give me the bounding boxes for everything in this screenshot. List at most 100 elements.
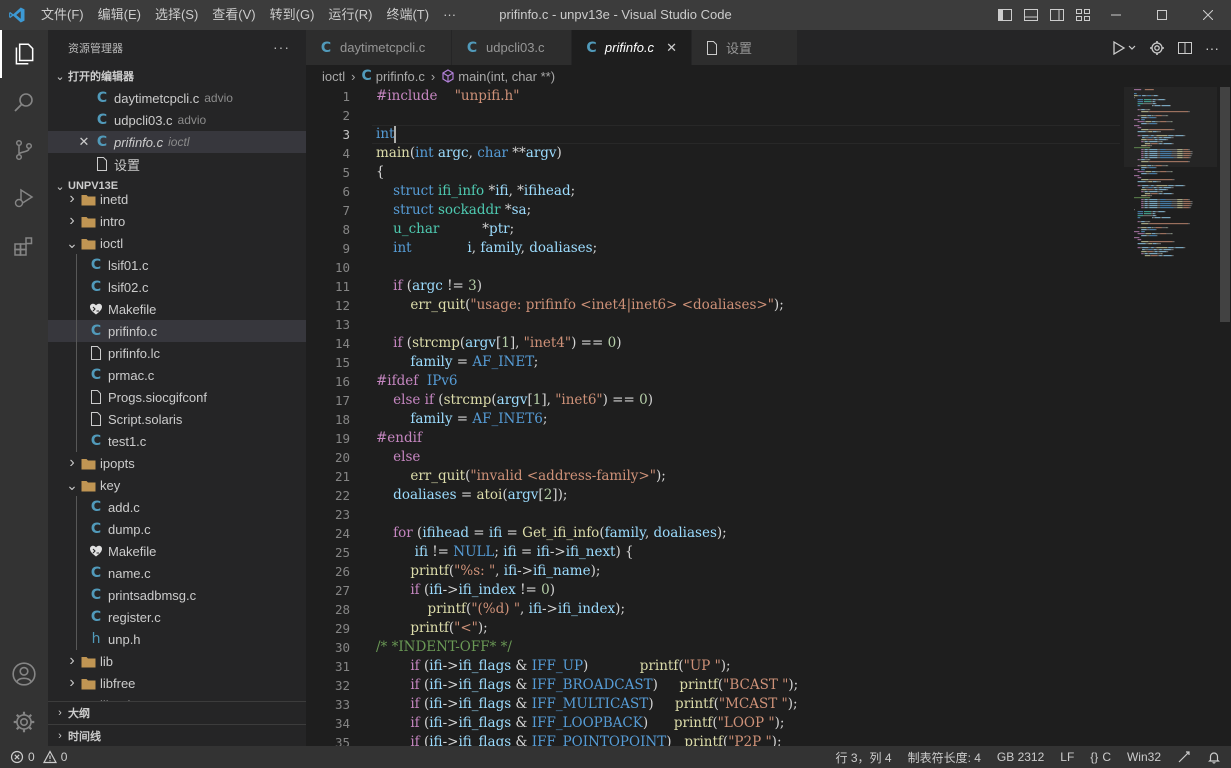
run-debug-icon[interactable] <box>0 174 48 222</box>
settings-gear-icon[interactable] <box>1149 40 1165 56</box>
menu-item[interactable]: 运行(R) <box>321 0 379 30</box>
manage-gear-icon[interactable] <box>0 698 48 746</box>
split-editor-icon[interactable] <box>1177 40 1193 56</box>
menu-item[interactable]: 转到(G) <box>263 0 322 30</box>
run-file-icon[interactable] <box>1111 40 1137 56</box>
file-name: ipopts <box>100 455 135 471</box>
file-item[interactable]: h unp.h <box>48 628 306 650</box>
tab-udpcli03-c[interactable]: Cudpcli03.c <box>452 30 572 65</box>
language-mode[interactable]: {} C <box>1090 750 1111 764</box>
c-file-icon: C <box>320 39 332 56</box>
code-token: -> <box>549 544 566 560</box>
minimap-line <box>1141 223 1149 225</box>
open-editor-item[interactable]: ✕ Cprifinfo.c ioctl <box>48 131 306 153</box>
breadcrumb-folder[interactable]: ioctl <box>322 69 345 84</box>
breadcrumb-file[interactable]: prifinfo.c <box>376 69 425 84</box>
file-item[interactable]: Cregister.c <box>48 606 306 628</box>
vertical-scrollbar[interactable] <box>1217 87 1231 746</box>
folder-item[interactable]: › ipopts <box>48 452 306 474</box>
code-token: ); <box>774 715 785 731</box>
file-item[interactable]: Makefile <box>48 540 306 562</box>
close-icon[interactable]: ✕ <box>76 134 92 150</box>
minimap[interactable] <box>1124 87 1219 746</box>
notifications-bell-icon[interactable] <box>1207 750 1221 764</box>
platform[interactable]: Win32 <box>1127 750 1161 764</box>
vscode-logo-icon[interactable] <box>0 0 34 30</box>
open-editor-item[interactable]: 设置 <box>48 153 306 175</box>
open-editors-section[interactable]: ⌄ 打开的编辑器 <box>48 65 306 87</box>
minimize-icon[interactable] <box>1093 0 1139 30</box>
menu-item[interactable]: 查看(V) <box>205 0 262 30</box>
minimap-line <box>1170 217 1171 219</box>
outline-section[interactable]: › 大纲 <box>48 702 306 724</box>
code-token: struct <box>393 183 434 199</box>
folder-item[interactable]: › libfree <box>48 672 306 694</box>
code-editor[interactable]: 1 2 3 4 5 6 7 8 9 10 11 12 13 14 15 16 17 18 19 20 21 22 23 24 2… <box>306 87 1231 746</box>
folder-item[interactable]: ⌄ key <box>48 474 306 496</box>
folder-item[interactable]: › intro <box>48 210 306 232</box>
scrollbar-thumb[interactable] <box>1220 87 1230 322</box>
customize-layout-icon[interactable] <box>1075 7 1091 23</box>
folder-item[interactable]: ⌄ ioctl <box>48 232 306 254</box>
folder-item[interactable]: › inetd <box>48 188 306 210</box>
menu-item[interactable]: 选择(S) <box>148 0 205 30</box>
close-window-icon[interactable] <box>1185 0 1231 30</box>
tab-size[interactable]: 制表符长度: 4 <box>908 749 981 766</box>
problems-indicator[interactable]: 0 0 <box>0 750 67 764</box>
more-actions-icon[interactable]: ··· <box>273 39 290 55</box>
file-item[interactable]: Script.solaris <box>48 408 306 430</box>
tab--[interactable]: 设置 <box>692 30 798 65</box>
feedback-icon[interactable] <box>1177 750 1191 764</box>
file-item[interactable]: Cprmac.c <box>48 364 306 386</box>
file-item[interactable]: Clsif02.c <box>48 276 306 298</box>
file-item[interactable]: Cprintsadbmsg.c <box>48 584 306 606</box>
menu-item[interactable]: 文件(F) <box>34 0 91 30</box>
code-token: ); <box>477 620 488 636</box>
source-control-icon[interactable] <box>0 126 48 174</box>
file-item[interactable]: Ctest1.c <box>48 430 306 452</box>
open-editor-item[interactable]: Cdaytimetcpcli.c advio <box>48 87 306 109</box>
search-icon[interactable] <box>0 78 48 126</box>
open-editor-item[interactable]: Cudpcli03.c advio <box>48 109 306 131</box>
toggle-primary-sidebar-icon[interactable] <box>997 7 1013 23</box>
file-name: dump.c <box>108 521 151 537</box>
more-actions-icon[interactable]: ··· <box>1205 40 1219 56</box>
timeline-section[interactable]: › 时间线 <box>48 724 306 746</box>
menu-item[interactable]: 终端(T) <box>379 0 436 30</box>
breadcrumb-symbol[interactable]: main(int, char **) <box>458 69 555 84</box>
toggle-secondary-sidebar-icon[interactable] <box>1049 7 1065 23</box>
code-token: ) <box>642 715 674 731</box>
extensions-icon[interactable] <box>0 222 48 270</box>
explorer-icon[interactable] <box>0 30 48 78</box>
minimap-line <box>1177 199 1183 201</box>
tab-daytimetcpcli-c[interactable]: Cdaytimetcpcli.c <box>306 30 452 65</box>
cursor-position[interactable]: 行 3，列 4 <box>836 749 892 766</box>
code-token: strcmp <box>443 392 492 408</box>
code-token: 0 <box>541 582 550 598</box>
end-of-line[interactable]: LF <box>1060 750 1074 764</box>
file-item[interactable]: prifinfo.lc <box>48 342 306 364</box>
tab-prifinfo-c[interactable]: Cprifinfo.c ✕ <box>572 30 692 65</box>
minimap-line <box>1171 193 1174 195</box>
file-item[interactable]: Progs.siocgifconf <box>48 386 306 408</box>
code-area[interactable]: #include "unpifi.h" int main(int argc, cha… <box>376 87 1126 746</box>
file-item[interactable]: Cdump.c <box>48 518 306 540</box>
file-item[interactable]: Cprifinfo.c <box>48 320 306 342</box>
file-item[interactable]: Cname.c <box>48 562 306 584</box>
toggle-panel-icon[interactable] <box>1023 7 1039 23</box>
code-token: -> <box>442 696 459 712</box>
code-token: ; <box>494 544 504 560</box>
file-item[interactable]: Makefile <box>48 298 306 320</box>
minimap-line <box>1139 227 1142 229</box>
accounts-icon[interactable] <box>0 650 48 698</box>
error-icon <box>10 750 24 764</box>
maximize-icon[interactable] <box>1139 0 1185 30</box>
file-item[interactable]: Cadd.c <box>48 496 306 518</box>
menu-item[interactable]: ··· <box>436 0 463 30</box>
folder-item[interactable]: › lib <box>48 650 306 672</box>
encoding[interactable]: GB 2312 <box>997 750 1044 764</box>
close-icon[interactable]: ✕ <box>664 40 679 56</box>
file-item[interactable]: Clsif01.c <box>48 254 306 276</box>
menu-item[interactable]: 编辑(E) <box>91 0 148 30</box>
